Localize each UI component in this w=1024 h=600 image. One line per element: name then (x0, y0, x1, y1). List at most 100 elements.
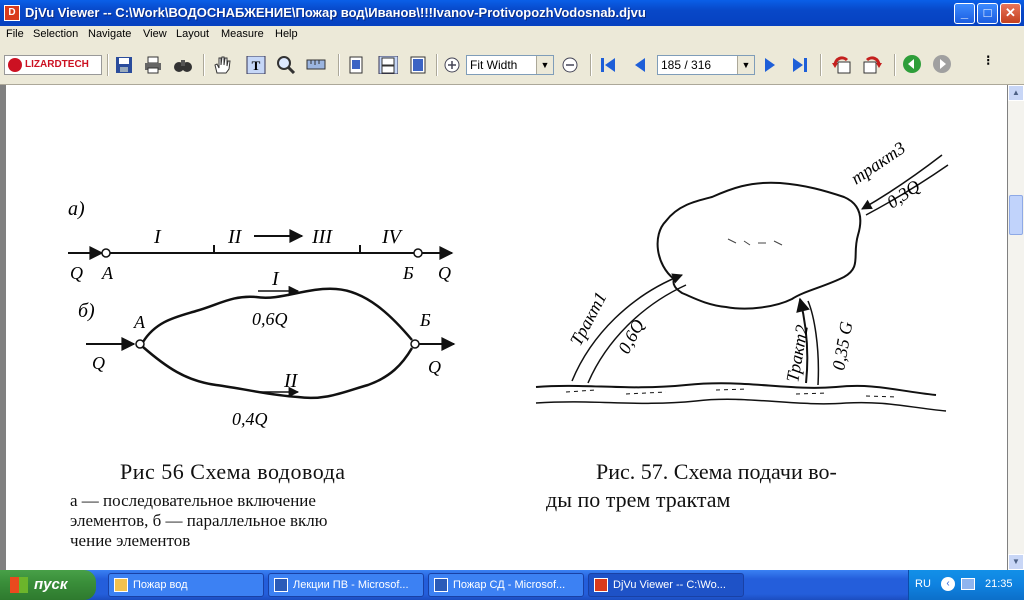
continuous-pages-icon[interactable] (378, 56, 398, 74)
zoom-tool-icon[interactable] (276, 56, 296, 74)
figure-56-caption-line-3: чение элементов (70, 531, 191, 550)
label-segment-3: III (311, 226, 333, 248)
menu-file[interactable]: File (6, 28, 24, 40)
clock[interactable]: 21:35 (985, 578, 1013, 590)
menu-measure[interactable]: Measure (221, 28, 264, 40)
parallel-branch-2 (142, 346, 414, 400)
label-node-b: Б (419, 310, 431, 330)
djvu-app-icon (594, 578, 608, 592)
zoom-out-icon[interactable] (560, 56, 580, 74)
label-branch-2-flow: 0,4Q (232, 409, 268, 429)
scroll-down-icon[interactable]: ▼ (1008, 554, 1024, 570)
taskbar-item-djvu-viewer[interactable]: DjVu Viewer -- C:\Wo... (588, 573, 744, 597)
brand-label: LIZARDTECH (25, 59, 89, 70)
river-bank-upper (535, 382, 937, 396)
ruler-measure-icon[interactable] (306, 56, 326, 74)
label-tract-1-flow: 0,6Q (614, 316, 648, 357)
print-icon[interactable] (143, 56, 163, 74)
lizardtech-logo[interactable]: LIZARDTECH (4, 55, 102, 75)
chevron-down-icon[interactable]: ▼ (737, 56, 754, 74)
last-page-icon[interactable] (790, 56, 810, 74)
hand-tool-icon[interactable] (212, 56, 232, 74)
river-bank-lower (535, 398, 947, 412)
rotate-left-icon[interactable] (832, 56, 852, 74)
taskbar-item-word-pozhar[interactable]: Пожар СД - Microsof... (428, 573, 584, 597)
start-label: пуск (34, 576, 68, 593)
label-node-a: А (101, 263, 114, 283)
zoom-select[interactable]: Fit Width ▼ (466, 55, 554, 75)
menu-selection[interactable]: Selection (33, 28, 78, 40)
river-waves (565, 388, 897, 398)
djvu-app-icon[interactable]: D (4, 5, 20, 21)
reservoir-texture (727, 238, 783, 246)
label-segment-1: I (153, 226, 162, 248)
toolbar-separator (107, 54, 109, 76)
system-tray: RU ‹ 21:35 (908, 570, 1024, 600)
word-document-icon (434, 578, 448, 592)
previous-page-icon[interactable] (630, 56, 650, 74)
figure-56-a: а) I II III IV Q А Б Q (68, 198, 454, 283)
label-inflow-q: Q (92, 353, 105, 373)
menu-bar: File Selection Navigate View Layout Meas… (0, 26, 1024, 44)
figure-56-caption-line-1: а — последовательное включение (70, 491, 316, 510)
toolbar-separator (436, 54, 438, 76)
figure-57-caption-line-2: ды по трем трактам (546, 487, 731, 512)
vertical-scrollbar[interactable]: ▲ ▼ (1008, 85, 1024, 570)
zoom-in-icon[interactable] (442, 56, 462, 74)
word-document-icon (274, 578, 288, 592)
label-branch-2: II (283, 370, 299, 392)
task-label: Пожар вод (133, 579, 188, 591)
toolbar-separator (203, 54, 205, 76)
first-page-icon[interactable] (598, 56, 618, 74)
scroll-up-icon[interactable]: ▲ (1008, 85, 1024, 101)
page-number-value: 185 / 316 (661, 58, 712, 72)
toolbar-overflow-icon[interactable]: ⁝ (986, 52, 990, 69)
chevron-left-icon[interactable]: ‹ (941, 577, 955, 591)
figure-57-caption-line-1: Рис. 57. Схема подачи во- (596, 459, 837, 484)
document-page: а) I II III IV Q А Б Q б) А Б Q Q I 0,6Q… (6, 85, 1007, 570)
toolbar-separator (820, 54, 822, 76)
label-segment-4: IV (381, 226, 404, 248)
next-page-icon[interactable] (760, 56, 780, 74)
text-select-icon[interactable]: T (246, 56, 266, 74)
menu-navigate[interactable]: Navigate (88, 28, 131, 40)
maximize-button[interactable]: □ (977, 3, 998, 24)
toolbar-separator (590, 54, 592, 76)
rotate-right-icon[interactable] (862, 56, 882, 74)
forward-arrow-icon[interactable] (933, 55, 951, 73)
task-label: Пожар СД - Microsof... (453, 579, 566, 591)
folder-icon (114, 578, 128, 592)
scroll-thumb[interactable] (1009, 195, 1023, 235)
find-binoculars-icon[interactable] (173, 56, 193, 74)
label-branch-1: I (271, 268, 280, 290)
label-inflow-q: Q (70, 263, 83, 283)
svg-text:T: T (252, 58, 261, 73)
taskbar-item-folder[interactable]: Пожар вод (108, 573, 264, 597)
language-indicator[interactable]: RU (915, 578, 931, 590)
menu-layout[interactable]: Layout (176, 28, 209, 40)
tract-2-pipe-inner (807, 300, 820, 386)
label-part-a: а) (68, 198, 85, 220)
label-tract-3-flow: 0,3Q (883, 176, 924, 212)
page-number-select[interactable]: 185 / 316 ▼ (657, 55, 755, 75)
network-icon[interactable] (961, 578, 975, 590)
toolbar-separator (338, 54, 340, 76)
label-tract-2-flow: 0,35 G (828, 320, 856, 372)
save-icon[interactable] (114, 56, 134, 74)
node-a (135, 339, 145, 349)
menu-view[interactable]: View (143, 28, 167, 40)
menu-help[interactable]: Help (275, 28, 298, 40)
label-node-a: А (133, 312, 146, 332)
minimize-button[interactable]: _ (954, 3, 975, 24)
label-part-b: б) (78, 300, 95, 322)
taskbar-item-word-lectures[interactable]: Лекции ПВ - Microsof... (268, 573, 424, 597)
close-button[interactable]: ✕ (1000, 3, 1021, 24)
reservoir-outline (656, 181, 862, 310)
chevron-down-icon[interactable]: ▼ (536, 56, 553, 74)
label-segment-2: II (227, 226, 243, 248)
start-button[interactable]: пуск (0, 570, 96, 600)
back-arrow-icon[interactable] (903, 55, 921, 73)
facing-pages-icon[interactable] (408, 56, 428, 74)
single-page-icon[interactable] (346, 56, 366, 74)
figure-57: Тракт1 0,6Q Тракт2 0,35 G тракт3 0,3Q (535, 138, 949, 412)
